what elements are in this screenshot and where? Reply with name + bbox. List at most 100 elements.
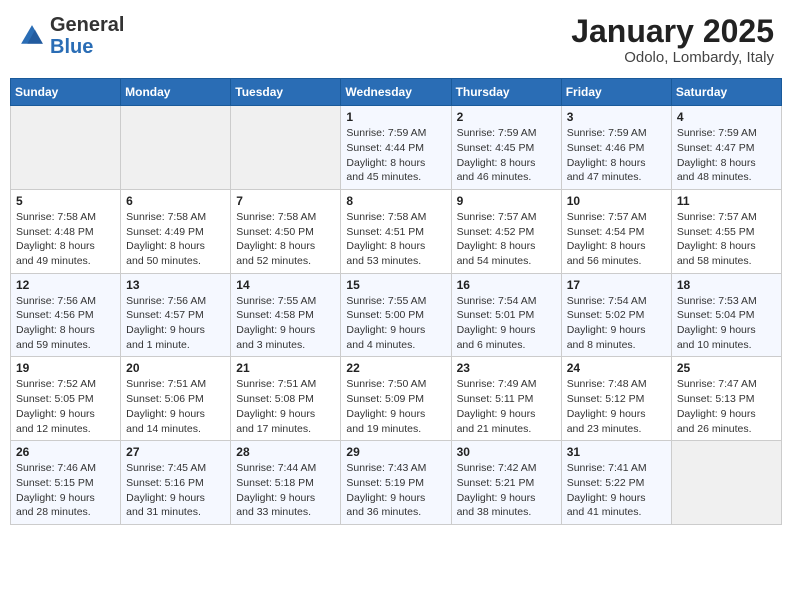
calendar-cell: 8 Sunrise: 7:58 AMSunset: 4:51 PMDaylight… xyxy=(341,189,451,273)
day-info: Sunrise: 7:57 AMSunset: 4:55 PMDaylight:… xyxy=(677,210,776,269)
day-info: Sunrise: 7:59 AMSunset: 4:46 PMDaylight:… xyxy=(567,126,666,185)
day-info: Sunrise: 7:46 AMSunset: 5:15 PMDaylight:… xyxy=(16,461,115,520)
day-number: 15 xyxy=(346,278,445,292)
day-number: 11 xyxy=(677,194,776,208)
day-info: Sunrise: 7:58 AMSunset: 4:51 PMDaylight:… xyxy=(346,210,445,269)
day-info: Sunrise: 7:45 AMSunset: 5:16 PMDaylight:… xyxy=(126,461,225,520)
day-info: Sunrise: 7:59 AMSunset: 4:47 PMDaylight:… xyxy=(677,126,776,185)
day-number: 1 xyxy=(346,110,445,124)
calendar-header-row: SundayMondayTuesdayWednesdayThursdayFrid… xyxy=(11,79,782,106)
calendar-cell: 21 Sunrise: 7:51 AMSunset: 5:08 PMDayligh… xyxy=(231,357,341,441)
calendar-cell: 7 Sunrise: 7:58 AMSunset: 4:50 PMDaylight… xyxy=(231,189,341,273)
calendar-cell: 18Sunrise: 7:53 AMSunset: 5:04 PMDayligh… xyxy=(671,273,781,357)
day-number: 21 xyxy=(236,361,335,375)
logo: General Blue xyxy=(18,14,124,58)
calendar-cell: 6Sunrise: 7:58 AMSunset: 4:49 PMDaylight… xyxy=(121,189,231,273)
day-number: 17 xyxy=(567,278,666,292)
day-number: 18 xyxy=(677,278,776,292)
day-number: 7 xyxy=(236,194,335,208)
calendar-cell xyxy=(11,106,121,190)
day-number: 6 xyxy=(126,194,225,208)
calendar-cell: 12 Sunrise: 7:56 AMSunset: 4:56 PMDayligh… xyxy=(11,273,121,357)
calendar-cell: 11 Sunrise: 7:57 AMSunset: 4:55 PMDayligh… xyxy=(671,189,781,273)
calendar-week-row: 12 Sunrise: 7:56 AMSunset: 4:56 PMDayligh… xyxy=(11,273,782,357)
weekday-header-monday: Monday xyxy=(121,79,231,106)
calendar-cell: 5 Sunrise: 7:58 AMSunset: 4:48 PMDaylight… xyxy=(11,189,121,273)
day-number: 20 xyxy=(126,361,225,375)
day-info: Sunrise: 7:54 AMSunset: 5:02 PMDaylight:… xyxy=(567,294,666,353)
day-info: Sunrise: 7:56 AMSunset: 4:56 PMDaylight:… xyxy=(16,294,115,353)
day-number: 31 xyxy=(567,445,666,459)
calendar-week-row: 1 Sunrise: 7:59 AMSunset: 4:44 PMDaylight… xyxy=(11,106,782,190)
day-number: 29 xyxy=(346,445,445,459)
day-number: 25 xyxy=(677,361,776,375)
logo-blue-text: Blue xyxy=(50,36,93,58)
weekday-header-thursday: Thursday xyxy=(451,79,561,106)
day-number: 19 xyxy=(16,361,115,375)
day-number: 12 xyxy=(16,278,115,292)
day-number: 23 xyxy=(457,361,556,375)
calendar-cell: 1 Sunrise: 7:59 AMSunset: 4:44 PMDaylight… xyxy=(341,106,451,190)
month-title: January 2025 xyxy=(571,14,774,49)
day-info: Sunrise: 7:42 AMSunset: 5:21 PMDaylight:… xyxy=(457,461,556,520)
day-number: 16 xyxy=(457,278,556,292)
calendar-cell: 3 Sunrise: 7:59 AMSunset: 4:46 PMDaylight… xyxy=(561,106,671,190)
day-info: Sunrise: 7:59 AMSunset: 4:44 PMDaylight:… xyxy=(346,126,445,185)
day-info: Sunrise: 7:50 AMSunset: 5:09 PMDaylight:… xyxy=(346,377,445,436)
calendar-cell: 10Sunrise: 7:57 AMSunset: 4:54 PMDayligh… xyxy=(561,189,671,273)
day-info: Sunrise: 7:59 AMSunset: 4:45 PMDaylight:… xyxy=(457,126,556,185)
day-number: 13 xyxy=(126,278,225,292)
calendar-cell: 15Sunrise: 7:55 AMSunset: 5:00 PMDayligh… xyxy=(341,273,451,357)
calendar-cell: 19 Sunrise: 7:52 AMSunset: 5:05 PMDayligh… xyxy=(11,357,121,441)
calendar-cell: 26 Sunrise: 7:46 AMSunset: 5:15 PMDayligh… xyxy=(11,441,121,525)
calendar-cell: 9 Sunrise: 7:57 AMSunset: 4:52 PMDaylight… xyxy=(451,189,561,273)
calendar-cell: 17 Sunrise: 7:54 AMSunset: 5:02 PMDayligh… xyxy=(561,273,671,357)
calendar-cell: 16Sunrise: 7:54 AMSunset: 5:01 PMDayligh… xyxy=(451,273,561,357)
day-number: 8 xyxy=(346,194,445,208)
calendar-week-row: 26 Sunrise: 7:46 AMSunset: 5:15 PMDayligh… xyxy=(11,441,782,525)
day-info: Sunrise: 7:58 AMSunset: 4:50 PMDaylight:… xyxy=(236,210,335,269)
day-number: 9 xyxy=(457,194,556,208)
day-number: 5 xyxy=(16,194,115,208)
weekday-header-saturday: Saturday xyxy=(671,79,781,106)
calendar-cell: 13Sunrise: 7:56 AMSunset: 4:57 PMDayligh… xyxy=(121,273,231,357)
weekday-header-friday: Friday xyxy=(561,79,671,106)
calendar-cell: 28 Sunrise: 7:44 AMSunset: 5:18 PMDayligh… xyxy=(231,441,341,525)
day-info: Sunrise: 7:48 AMSunset: 5:12 PMDaylight:… xyxy=(567,377,666,436)
day-info: Sunrise: 7:49 AMSunset: 5:11 PMDaylight:… xyxy=(457,377,556,436)
day-info: Sunrise: 7:43 AMSunset: 5:19 PMDaylight:… xyxy=(346,461,445,520)
location: Odolo, Lombardy, Italy xyxy=(571,49,774,66)
day-info: Sunrise: 7:57 AMSunset: 4:54 PMDaylight:… xyxy=(567,210,666,269)
day-number: 30 xyxy=(457,445,556,459)
day-info: Sunrise: 7:41 AMSunset: 5:22 PMDaylight:… xyxy=(567,461,666,520)
day-number: 2 xyxy=(457,110,556,124)
day-info: Sunrise: 7:57 AMSunset: 4:52 PMDaylight:… xyxy=(457,210,556,269)
title-block: January 2025 Odolo, Lombardy, Italy xyxy=(571,14,774,66)
logo-icon xyxy=(18,22,46,50)
day-number: 27 xyxy=(126,445,225,459)
day-info: Sunrise: 7:51 AMSunset: 5:08 PMDaylight:… xyxy=(236,377,335,436)
day-info: Sunrise: 7:44 AMSunset: 5:18 PMDaylight:… xyxy=(236,461,335,520)
day-number: 24 xyxy=(567,361,666,375)
page-header: General Blue January 2025 Odolo, Lombard… xyxy=(10,10,782,70)
day-number: 14 xyxy=(236,278,335,292)
calendar-cell: 27 Sunrise: 7:45 AMSunset: 5:16 PMDayligh… xyxy=(121,441,231,525)
calendar-table: SundayMondayTuesdayWednesdayThursdayFrid… xyxy=(10,78,782,525)
day-info: Sunrise: 7:58 AMSunset: 4:48 PMDaylight:… xyxy=(16,210,115,269)
day-number: 26 xyxy=(16,445,115,459)
calendar-cell: 30 Sunrise: 7:42 AMSunset: 5:21 PMDayligh… xyxy=(451,441,561,525)
day-number: 28 xyxy=(236,445,335,459)
weekday-header-tuesday: Tuesday xyxy=(231,79,341,106)
calendar-cell: 31 Sunrise: 7:41 AMSunset: 5:22 PMDayligh… xyxy=(561,441,671,525)
calendar-cell xyxy=(671,441,781,525)
calendar-cell xyxy=(121,106,231,190)
day-number: 3 xyxy=(567,110,666,124)
day-info: Sunrise: 7:47 AMSunset: 5:13 PMDaylight:… xyxy=(677,377,776,436)
calendar-week-row: 19 Sunrise: 7:52 AMSunset: 5:05 PMDayligh… xyxy=(11,357,782,441)
calendar-cell: 2 Sunrise: 7:59 AMSunset: 4:45 PMDaylight… xyxy=(451,106,561,190)
calendar-week-row: 5 Sunrise: 7:58 AMSunset: 4:48 PMDaylight… xyxy=(11,189,782,273)
weekday-header-sunday: Sunday xyxy=(11,79,121,106)
calendar-cell: 14Sunrise: 7:55 AMSunset: 4:58 PMDayligh… xyxy=(231,273,341,357)
day-number: 22 xyxy=(346,361,445,375)
day-info: Sunrise: 7:52 AMSunset: 5:05 PMDaylight:… xyxy=(16,377,115,436)
